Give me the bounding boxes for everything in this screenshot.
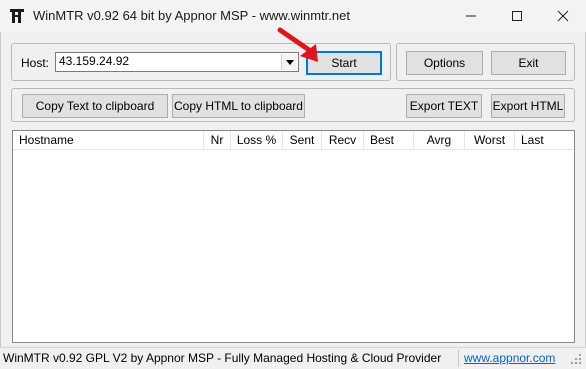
column-header-hostname[interactable]: Hostname (13, 131, 204, 150)
column-header-loss[interactable]: Loss % (231, 131, 283, 150)
table-header: Hostname Nr Loss % Sent Recv Best Avrg W… (13, 131, 574, 150)
copy-html-button[interactable]: Copy HTML to clipboard (172, 94, 305, 118)
column-header-avrg[interactable]: Avrg (414, 131, 465, 150)
status-separator (458, 350, 459, 367)
column-header-best[interactable]: Best (364, 131, 414, 150)
maximize-button[interactable] (494, 0, 540, 32)
resize-grip-icon[interactable] (569, 352, 583, 366)
copy-text-button[interactable]: Copy Text to clipboard (22, 94, 168, 118)
status-bar: WinMTR v0.92 GPL V2 by Appnor MSP - Full… (0, 347, 586, 368)
exit-button[interactable]: Exit (491, 51, 566, 75)
winmtr-app-icon (9, 8, 25, 24)
column-header-recv[interactable]: Recv (322, 131, 364, 150)
column-header-sent[interactable]: Sent (283, 131, 322, 150)
host-label: Host: (21, 56, 50, 70)
host-group: Host: 43.159.24.92 Start (11, 43, 391, 81)
window-title: WinMTR v0.92 64 bit by Appnor MSP - www.… (33, 8, 350, 23)
minimize-icon (466, 15, 476, 17)
annotation-arrow-icon (272, 22, 328, 68)
close-button[interactable] (540, 0, 586, 32)
host-input[interactable]: 43.159.24.92 (59, 54, 129, 68)
results-table[interactable]: Hostname Nr Loss % Sent Recv Best Avrg W… (12, 130, 575, 343)
options-group: Options Exit (396, 43, 575, 81)
minimize-button[interactable] (448, 0, 494, 32)
maximize-icon (512, 11, 522, 21)
appnor-link[interactable]: www.appnor.com (464, 351, 555, 365)
options-button[interactable]: Options (406, 51, 483, 75)
column-header-nr[interactable]: Nr (204, 131, 231, 150)
host-combobox[interactable]: 43.159.24.92 (55, 52, 299, 72)
export-group: Copy Text to clipboard Copy HTML to clip… (11, 88, 575, 122)
column-header-worst[interactable]: Worst (465, 131, 515, 150)
export-text-button[interactable]: Export TEXT (406, 94, 482, 118)
column-header-last[interactable]: Last (515, 131, 574, 150)
status-text: WinMTR v0.92 GPL V2 by Appnor MSP - Full… (3, 351, 442, 365)
close-icon (557, 10, 569, 22)
export-html-button[interactable]: Export HTML (491, 94, 565, 118)
